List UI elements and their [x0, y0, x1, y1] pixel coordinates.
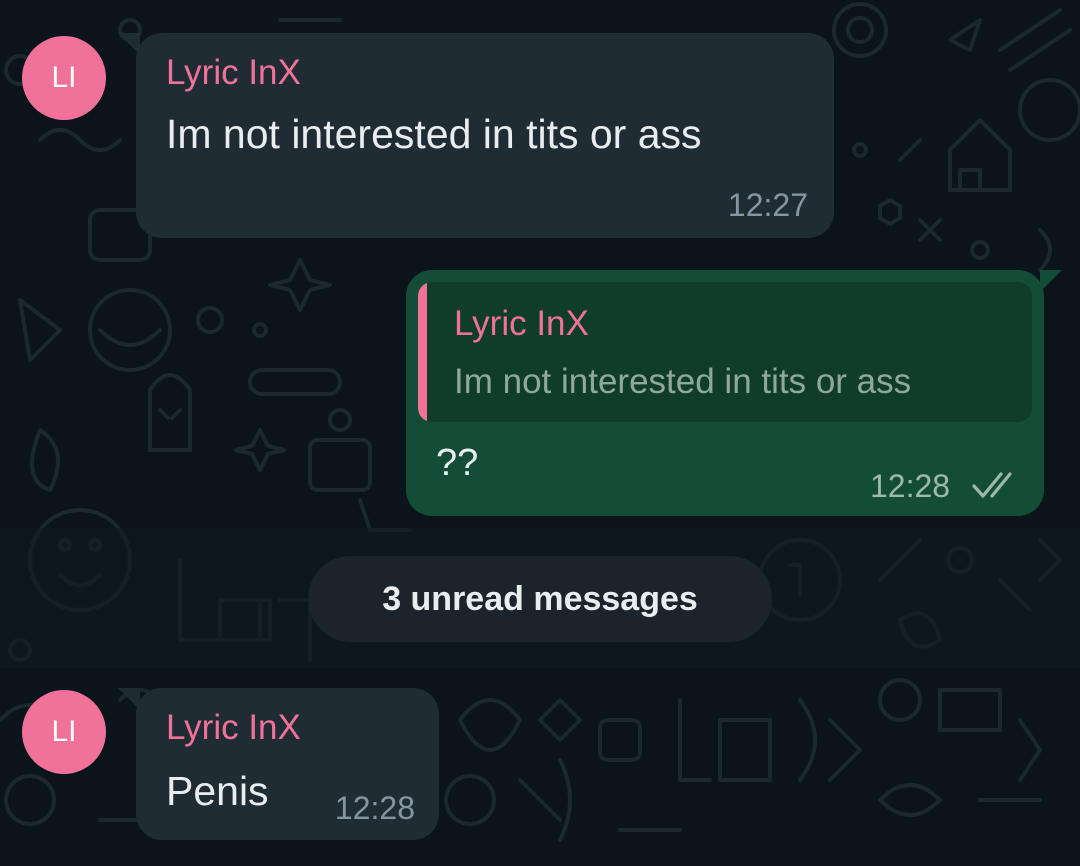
incoming-message-bubble[interactable]: Lyric InX Im not interested in tits or a… — [136, 33, 834, 238]
reply-quote[interactable]: Lyric InX Im not interested in tits or a… — [418, 282, 1032, 422]
unread-messages-divider: 3 unread messages — [308, 556, 772, 642]
avatar-initials: LI — [51, 715, 77, 748]
bubble-tail — [1040, 270, 1062, 292]
incoming-message-bubble[interactable]: Lyric InX Penis 12:28 — [136, 688, 439, 840]
message-text: Im not interested in tits or ass — [166, 111, 702, 157]
outgoing-message-bubble[interactable]: Lyric InX Im not interested in tits or a… — [406, 270, 1044, 516]
message-text: Penis — [166, 768, 269, 814]
unread-messages-label: 3 unread messages — [382, 579, 698, 618]
message-timestamp: 12:28 — [870, 468, 951, 504]
message-timestamp: 12:28 — [334, 790, 415, 826]
message-timestamp: 12:27 — [727, 187, 808, 223]
sender-name[interactable]: Lyric InX — [166, 708, 301, 748]
quote-text: Im not interested in tits or ass — [454, 362, 912, 401]
quote-accent-bar — [418, 282, 427, 422]
sender-avatar[interactable]: LI — [22, 690, 106, 774]
message-text: ?? — [436, 442, 479, 484]
quote-sender-name: Lyric InX — [454, 304, 589, 343]
sender-avatar[interactable]: LI — [22, 36, 106, 120]
sender-name[interactable]: Lyric InX — [166, 53, 301, 93]
avatar-initials: LI — [51, 61, 77, 94]
double-check-icon — [972, 472, 1012, 498]
